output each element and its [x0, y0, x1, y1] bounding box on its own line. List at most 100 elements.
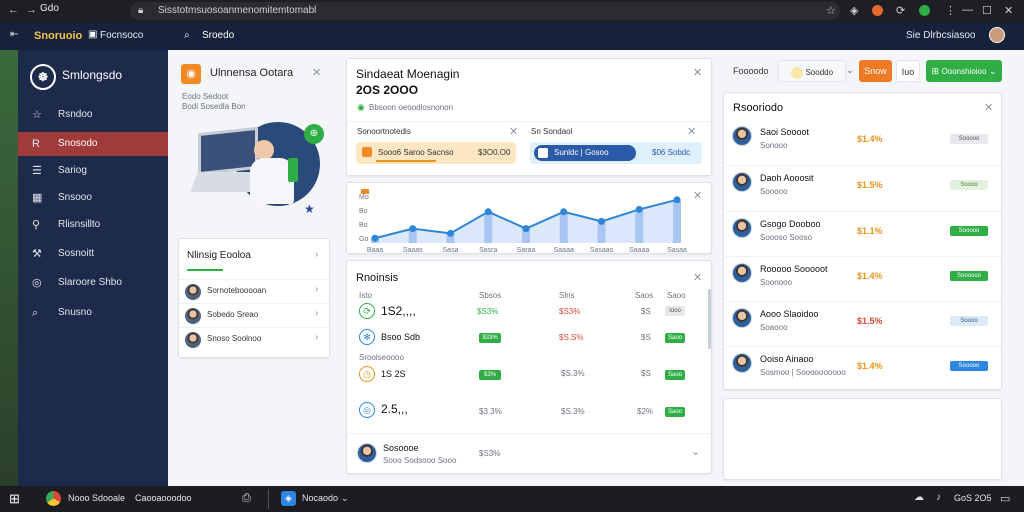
plus-icon: ⊞	[931, 66, 940, 76]
chevron-down-icon[interactable]: ⌄	[341, 493, 349, 504]
status-badge[interactable]: Soooooo	[950, 271, 988, 281]
brand-name[interactable]: Snoruoio	[34, 30, 82, 42]
bookmark-icon[interactable]: ⎙	[242, 492, 251, 505]
primary-button[interactable]: ⊞ Ooonshioioo ⌄	[926, 60, 1002, 82]
sidebar-item-4[interactable]: ⚲ Rlisnsillto	[18, 213, 168, 237]
star-icon[interactable]: ☆	[826, 4, 836, 17]
orange-button[interactable]: Snow	[859, 60, 892, 82]
footer-meta: Sooo Sodsooo Sooo	[383, 456, 457, 465]
address-text: Sisstotmsuosoanmenomitemtomabl	[158, 5, 317, 16]
chart-point[interactable]	[409, 225, 417, 233]
chevron-down-icon[interactable]: ⌄	[846, 65, 854, 76]
status-badge[interactable]: Sooooo	[950, 361, 988, 371]
taskbar-clock[interactable]: GoS 2O5	[954, 493, 992, 503]
list-item[interactable]: Sobedo Sreao ›	[179, 303, 331, 327]
toolbar-label: Foooodo	[733, 66, 769, 76]
extensions-icon[interactable]: ◈	[850, 4, 858, 17]
sidebar-item-2[interactable]: ☰ Sariog	[18, 159, 168, 183]
chevron-down-icon[interactable]: ⌄	[691, 445, 700, 458]
refresh-icon[interactable]: ⟳	[896, 4, 905, 17]
table-footer-row[interactable]: Sosoooe Sooo Sodsooo Sooo $S3% ⌄	[347, 439, 713, 469]
subpanel-right-button[interactable]: Sunldc | Gosoo $06 Sobdc	[530, 142, 702, 164]
table-row[interactable]: ◷ 1S 2S $3% $S.3% $S Saoo	[347, 363, 707, 387]
plain-button[interactable]: Iuo	[896, 60, 920, 82]
person-row[interactable]: Ooiso Ainaoo Sosmoo | Soooooooooo $1.4% Soo…	[723, 346, 1002, 384]
chart-legend-marker	[361, 189, 369, 194]
minimize-icon[interactable]: —	[962, 4, 973, 16]
chart-point[interactable]	[560, 208, 568, 216]
person-percent: $1.4%	[857, 361, 883, 371]
section-label: Sroolseoooo	[359, 353, 404, 362]
person-row[interactable]: Gsogo Dooboo Soooso Sooso $1.1% Sooooo	[723, 211, 1002, 249]
maximize-icon[interactable]: ☐	[982, 4, 992, 17]
sidebar-item-1[interactable]: R Snosodo	[18, 132, 168, 156]
windows-start-icon[interactable]: ⊞	[9, 491, 20, 507]
chrome-icon[interactable]	[46, 491, 61, 506]
person-row[interactable]: Daoh Aooosit Sooooo $1.5% Soooo	[723, 165, 1002, 203]
table-row[interactable]: ◎ 2.5,,, $3.3% $S.3% $2% Saoo	[347, 399, 707, 423]
sidebar-item-0[interactable]: ☆ Rsndoo	[18, 103, 168, 127]
person-row[interactable]: Saoi Soooot Sonooo $1.4% Sooooo	[723, 120, 1002, 158]
person-row[interactable]: Rooooo Sooooot Soonooo $1.4% Soooooo	[723, 256, 1002, 294]
toggle-pill[interactable]: Sunldc | Gosoo	[534, 145, 636, 161]
status-badge[interactable]: Soooo	[950, 316, 988, 326]
volume-icon[interactable]: ♪	[936, 492, 941, 503]
chart-x-tick: Saaaa	[554, 247, 574, 254]
list-item[interactable]: Sornotebooooan ›	[179, 279, 331, 303]
address-bar[interactable]: 🔒︎ Sisstotmsuosoanmenomitemtomabl	[130, 2, 840, 20]
chart-point[interactable]	[484, 208, 492, 216]
chart-point[interactable]	[635, 205, 643, 213]
close-icon[interactable]: ✕	[687, 125, 696, 138]
person-name: Aooo Slaoidoo	[760, 309, 819, 319]
scrollbar[interactable]	[708, 289, 711, 349]
close-icon[interactable]: ✕	[693, 271, 702, 284]
status-badge[interactable]: Soooo	[950, 180, 988, 190]
close-icon[interactable]: ✕	[693, 66, 702, 79]
close-icon[interactable]: ✕	[509, 125, 518, 138]
footer-value: $S3%	[479, 449, 501, 458]
table-header: Saos	[635, 291, 654, 300]
close-icon[interactable]: ✕	[984, 101, 993, 114]
sidebar-item-6[interactable]: ◎ Slaroore Shbo	[18, 271, 168, 295]
profile-icon[interactable]	[872, 5, 883, 16]
taskbar: ⊞ Nooo Sdooale Caooaooodoo ⎙ ◈ Nocaodo ⌄…	[0, 486, 1024, 512]
chart-point[interactable]	[598, 217, 605, 225]
close-icon[interactable]: ✕	[312, 66, 321, 79]
subpanel-left-button[interactable]: Sooo6 Saroo Sacnso $3O0.O0	[356, 142, 516, 164]
notification-icon[interactable]: ▭	[1000, 492, 1010, 505]
chart-point[interactable]	[371, 234, 379, 242]
close-window-icon[interactable]: ✕	[1004, 4, 1013, 17]
chevron-right-icon[interactable]: ›	[315, 249, 318, 260]
search-button[interactable]: ⌕ Sroedo ⌄	[176, 25, 246, 63]
sidebar-item-5[interactable]: ⚒ Sosnoitt	[18, 242, 168, 266]
user-name[interactable]: Sie Dlrbcsiasoo	[906, 30, 975, 41]
sidebar-item-7[interactable]: ⌕ Snusno	[18, 301, 168, 325]
taskbar-item-3[interactable]: Nocaodo	[302, 493, 338, 503]
browser-tab-title[interactable]: Gdo	[40, 3, 59, 14]
table-row[interactable]: ⟳ 1S2,,,, $S3% $S3% $S Iooo	[347, 301, 707, 323]
chart-point[interactable]	[447, 229, 454, 237]
list-item[interactable]: Snoso Soolnoo ›	[179, 327, 331, 351]
taskbar-item-2[interactable]: Caooaooodoo	[135, 493, 192, 503]
back-icon[interactable]: ←	[8, 4, 19, 16]
network-icon[interactable]: ☁	[914, 492, 924, 503]
menu-icon[interactable]: ⋮	[945, 4, 956, 17]
avatar[interactable]	[989, 27, 1005, 43]
forward-icon[interactable]: →	[26, 4, 37, 16]
table-row[interactable]: ✻ Bsoo Sdb $33% $S.S% $S Saoo	[347, 327, 707, 349]
project-name[interactable]: Focnsoco	[100, 30, 143, 41]
status-badge[interactable]: Sooooo	[950, 134, 988, 144]
collapse-icon[interactable]: ⇤	[10, 29, 18, 40]
sidebar-item-3[interactable]: ▦ Snsooo	[18, 186, 168, 210]
sync-icon[interactable]	[919, 5, 930, 16]
toolbar-dropdown[interactable]: Sooddo	[778, 60, 846, 82]
taskbar-item-1[interactable]: Nooo Sdooale	[68, 493, 125, 503]
status-badge[interactable]: Sooooo	[950, 226, 988, 236]
app-icon[interactable]: ◈	[281, 491, 296, 506]
person-row[interactable]: Aooo Slaoidoo Soaooo $1.5% Soooo	[723, 301, 1002, 339]
sidebar-item-label: Sosnoitt	[58, 248, 95, 259]
chart-point[interactable]	[522, 225, 530, 233]
avatar	[732, 218, 752, 238]
overview-title: Sindaeat Moenagin	[356, 67, 460, 81]
chart-point[interactable]	[673, 196, 681, 204]
